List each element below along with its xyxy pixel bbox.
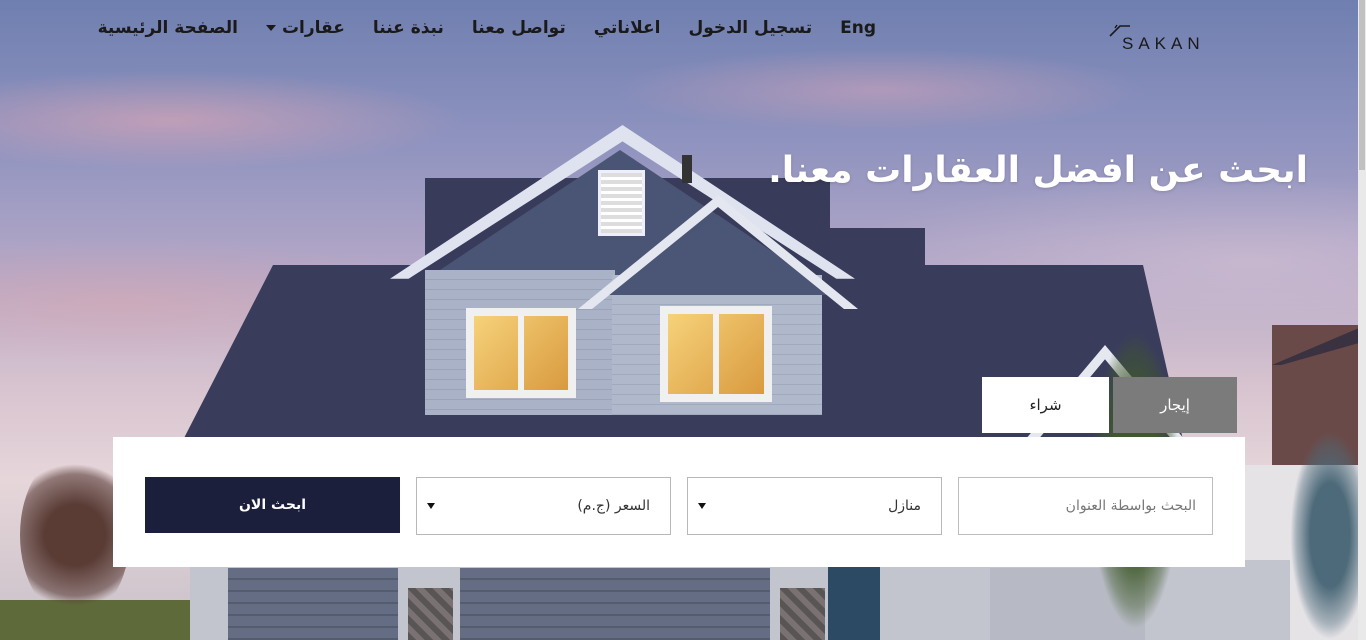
attic-vent [598, 170, 645, 236]
front-door [828, 565, 880, 640]
chevron-down-icon [427, 503, 435, 509]
navbar: الصفحة الرئيسية عقارات نبذة عننا تواصل م… [0, 0, 1366, 66]
nav-home-link[interactable]: الصفحة الرئيسية [98, 18, 238, 38]
nav-my-ads-link[interactable]: اعلاناتي [594, 18, 661, 38]
chimney [682, 155, 692, 183]
tab-buy[interactable]: شراء [982, 377, 1109, 433]
stone-column [780, 588, 825, 640]
garage-door [460, 568, 770, 640]
caret-down-icon [265, 25, 276, 31]
property-type-select[interactable]: منازل [687, 477, 942, 535]
nav-properties-dropdown[interactable]: عقارات [265, 18, 345, 38]
property-type-value: منازل [888, 498, 921, 514]
house-window [660, 306, 772, 402]
page-scrollbar[interactable] [1358, 0, 1366, 640]
house-window [466, 308, 576, 398]
logo-text: SAKAN [1122, 34, 1205, 53]
language-switch-link[interactable]: Eng [840, 18, 876, 38]
tab-rent[interactable]: إيجار [1113, 377, 1237, 433]
tree [1290, 430, 1366, 640]
nav-login-link[interactable]: تسجيل الدخول [688, 18, 812, 38]
nav-links: الصفحة الرئيسية عقارات نبذة عننا تواصل م… [98, 18, 876, 38]
nav-about-link[interactable]: نبذة عننا [373, 18, 444, 38]
garage-door [228, 568, 398, 640]
search-panel: منازل السعر (ج.م) ابحث الان [113, 437, 1245, 567]
search-tabs: شراء إيجار [982, 377, 1237, 433]
chevron-down-icon [698, 503, 706, 509]
price-select[interactable]: السعر (ج.م) [416, 477, 671, 535]
address-search-input[interactable] [958, 477, 1213, 535]
nav-contact-link[interactable]: تواصل معنا [472, 18, 566, 38]
nav-properties-label: عقارات [281, 18, 345, 38]
brand-logo[interactable]: SAKAN [1108, 22, 1218, 56]
scrollbar-thumb[interactable] [1359, 0, 1365, 170]
search-now-button[interactable]: ابحث الان [145, 477, 400, 533]
price-value: السعر (ج.م) [577, 498, 650, 514]
stone-column [408, 588, 453, 640]
hero-title: ابحث عن افضل العقارات معنا. [768, 150, 1308, 192]
